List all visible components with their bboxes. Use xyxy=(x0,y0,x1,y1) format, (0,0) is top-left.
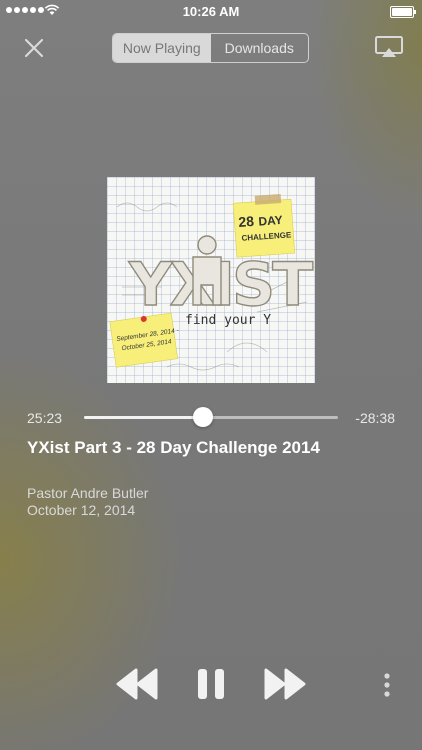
dates-sticky-note: September 28, 2014 - October 25, 2014 xyxy=(109,312,180,368)
tab-now-playing[interactable]: Now Playing xyxy=(113,34,211,62)
more-options-button[interactable] xyxy=(380,672,394,698)
airplay-button[interactable] xyxy=(374,35,404,59)
svg-text:28: 28 xyxy=(238,213,255,230)
remaining-time: -28:38 xyxy=(355,410,395,426)
track-speaker: Pastor Andre Butler xyxy=(27,485,149,501)
battery-icon xyxy=(390,6,416,18)
more-vertical-icon xyxy=(384,673,390,697)
album-artwork: YXIST find your Y 28 DAY CHALLENGE Septe… xyxy=(107,177,315,383)
rewind-icon xyxy=(116,668,158,700)
fast-forward-icon xyxy=(264,668,306,700)
svg-text:DAY: DAY xyxy=(258,213,283,229)
fast-forward-button[interactable] xyxy=(262,666,308,702)
progress-slider[interactable] xyxy=(84,407,338,427)
progress-fill xyxy=(84,416,204,419)
rewind-button[interactable] xyxy=(114,666,160,702)
progress-thumb[interactable] xyxy=(193,407,214,427)
artwork-tagline: find your Y xyxy=(185,313,271,328)
elapsed-time: 25:23 xyxy=(27,410,63,426)
track-date: October 12, 2014 xyxy=(27,502,136,518)
pause-icon xyxy=(198,669,224,699)
challenge-sticky-note: 28 DAY CHALLENGE xyxy=(232,193,296,258)
close-icon xyxy=(24,38,44,58)
close-button[interactable] xyxy=(20,34,48,62)
track-title: YXist Part 3 - 28 Day Challenge 2014 xyxy=(27,438,320,457)
status-bar: 10:26 AM xyxy=(0,0,422,22)
tab-downloads[interactable]: Downloads xyxy=(211,34,309,62)
status-time: 10:26 AM xyxy=(182,4,240,19)
tab-segmented-control: Now Playing Downloads xyxy=(112,33,309,63)
pause-button[interactable] xyxy=(195,666,227,702)
airplay-icon xyxy=(375,36,403,57)
